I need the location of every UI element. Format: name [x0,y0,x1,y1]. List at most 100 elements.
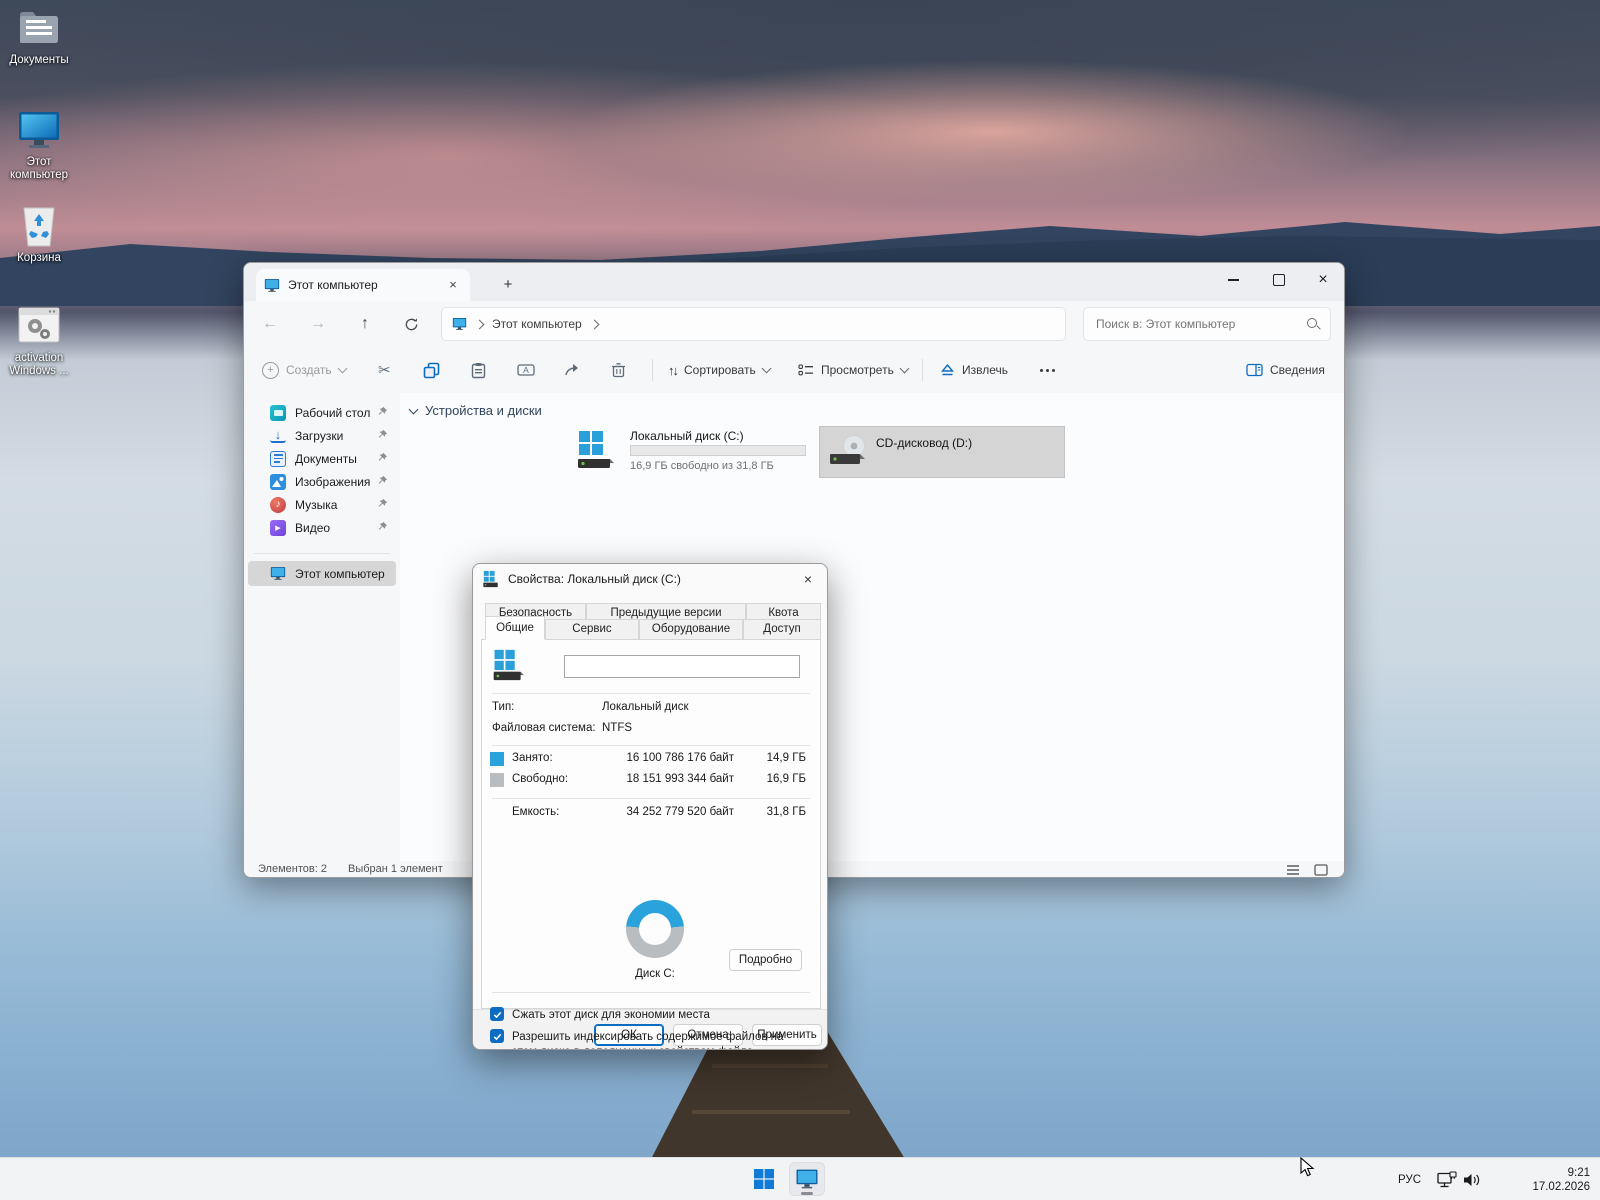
minimize-button[interactable] [1210,263,1256,297]
taskbar-explorer-button[interactable] [789,1162,825,1196]
svg-text:A: A [523,365,529,375]
drive-free-text: 16,9 ГБ свободно из 31,8 ГБ [630,460,774,472]
rename-button[interactable]: A [511,355,541,385]
sidebar-item-music[interactable]: ♪ Музыка [248,493,396,516]
more-button[interactable] [1034,355,1061,385]
desktop-icon-activation[interactable]: activation Windows ... [0,304,78,378]
more-icon [1040,369,1055,372]
capacity-donut [626,900,684,958]
new-button[interactable]: + Создать [256,355,352,385]
free-bytes: 18 151 993 344 байт [626,773,734,785]
local-disk-icon [492,648,524,682]
monitor-icon [17,108,61,152]
paste-button[interactable] [464,355,493,385]
refresh-icon[interactable] [397,310,425,338]
list-view-icon[interactable] [1286,864,1300,876]
type-value: Локальный диск [602,701,688,713]
item-count: Элементов: 2 [258,863,327,875]
index-checkbox-label: Разрешить индексировать содержимое файло… [512,1030,808,1050]
sidebar-item-pictures[interactable]: Изображения [248,470,396,493]
used-space-row: Занято: 16 100 786 176 байт 14,9 ГБ [482,752,822,768]
rename-icon: A [517,362,535,378]
tab-general[interactable]: Общие [485,616,545,640]
sort-button[interactable]: ↑↓ Сортировать [662,355,776,385]
large-icons-view-icon[interactable] [1314,864,1328,876]
close-button[interactable]: × [1300,263,1345,297]
tab-hardware[interactable]: Оборудование [639,619,743,640]
donut-label: Диск C: [600,968,710,980]
address-bar[interactable]: Этот компьютер [441,307,1066,341]
section-devices-and-drives[interactable]: Устройства и диски [410,403,542,418]
search-input[interactable] [1094,316,1306,332]
language-indicator[interactable]: РУС [1398,1158,1421,1200]
sidebar-item-this-pc[interactable]: Этот компьютер [248,561,396,586]
used-bytes: 16 100 786 176 байт [626,752,734,764]
sidebar-item-label: Изображения [295,475,370,489]
back-icon[interactable]: ← [256,310,284,338]
sidebar-item-downloads[interactable]: ↓ Загрузки [248,424,396,447]
desktop-icon-label: Корзина [0,252,78,265]
desktop-icon-documents[interactable]: Документы [0,6,78,67]
tab-tools[interactable]: Сервис [545,619,639,640]
tab-close-icon[interactable]: × [444,276,462,294]
capacity-bytes: 34 252 779 520 байт [626,806,734,818]
drive-item-c[interactable]: Локальный диск (C:) 16,9 ГБ свободно из … [576,427,816,479]
search-icon [1306,317,1320,331]
divider [492,693,810,694]
start-button[interactable] [746,1162,782,1196]
share-button[interactable] [558,355,587,385]
volume-label-input[interactable] [564,655,800,678]
up-icon[interactable]: ↑ [351,310,379,338]
tab-this-pc[interactable]: Этот компьютер × [256,269,470,301]
dialog-close-button[interactable]: × [793,568,823,590]
close-icon: × [1318,271,1327,289]
used-color-swatch [490,752,504,766]
toolbar-divider [922,359,923,381]
new-tab-button[interactable]: + [496,273,520,297]
network-icon[interactable] [1437,1158,1457,1200]
pin-icon [377,475,388,486]
app-window-gears-icon [17,304,61,348]
sidebar-divider [254,553,390,554]
delete-button[interactable] [605,355,632,385]
desktop-icon-recycle-bin[interactable]: Корзина [0,204,78,265]
details-pane-button[interactable]: Сведения [1240,355,1331,385]
search-box[interactable] [1083,307,1331,341]
copy-button[interactable] [417,355,446,385]
taskbar-clock[interactable]: 9:21 17.02.2026 [1490,1158,1590,1200]
sidebar-item-documents[interactable]: Документы [248,447,396,470]
maximize-button[interactable] [1256,263,1302,297]
music-icon: ♪ [270,497,286,513]
index-checkbox-row[interactable]: Разрешить индексировать содержимое файло… [482,1028,822,1050]
document-icon [270,451,286,467]
navigation-pane: Рабочий стол ↓ Загрузки Документы Изобра… [244,393,400,861]
eject-button[interactable]: Извлечь [934,355,1014,385]
clock-time: 9:21 [1568,1167,1590,1179]
properties-dialog: Свойства: Локальный диск (C:) × Безопасн… [472,563,828,1050]
cd-drive-icon [828,432,868,472]
sidebar-item-videos[interactable]: ▶ Видео [248,516,396,539]
sidebar-item-label: Видео [295,521,330,535]
drive-usage-bar [630,445,806,456]
view-button[interactable]: Просмотреть [792,355,914,385]
type-row: Тип: Локальный диск [492,701,810,717]
cut-button[interactable]: ✂ [372,355,397,385]
folder-documents-icon [17,6,61,50]
drive-item-d[interactable]: CD-дисковод (D:) [819,426,1065,478]
breadcrumb-this-pc[interactable]: Этот компьютер [492,317,582,331]
details-button[interactable]: Подробно [729,949,802,971]
divider [492,745,810,746]
desktop-icon-this-pc[interactable]: Этот компьютер [0,108,78,182]
type-label: Тип: [492,701,514,713]
desktop-icon-label: Этот компьютер [0,156,78,182]
sort-icon: ↑↓ [668,363,677,378]
forward-icon[interactable]: → [304,310,332,338]
checkbox-checked-icon[interactable] [490,1007,504,1021]
volume-icon[interactable] [1463,1158,1482,1200]
sidebar-item-desktop[interactable]: Рабочий стол [248,401,396,424]
checkbox-checked-icon[interactable] [490,1029,504,1043]
copy-icon [423,362,440,379]
sidebar-item-label: Этот компьютер [295,567,385,581]
details-pane-icon [1246,363,1263,377]
tab-sharing[interactable]: Доступ [743,619,821,640]
